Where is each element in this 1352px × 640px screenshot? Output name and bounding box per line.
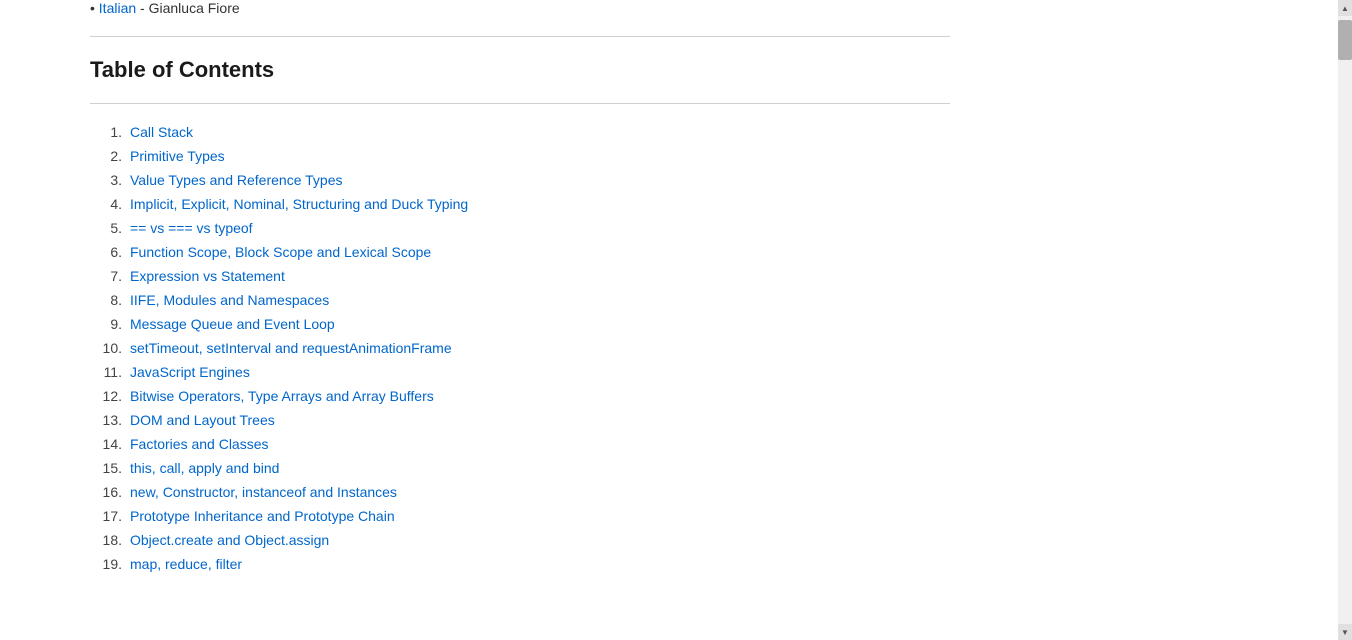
toc-item-link[interactable]: setTimeout, setInterval and requestAnima… (130, 340, 452, 356)
top-divider (90, 36, 950, 37)
scrollbar-arrow-up[interactable]: ▲ (1338, 0, 1352, 16)
toc-list-item: 4.Implicit, Explicit, Nominal, Structuri… (90, 196, 1338, 212)
toc-list-item: 12.Bitwise Operators, Type Arrays and Ar… (90, 388, 1338, 404)
toc-item-link[interactable]: Call Stack (130, 124, 193, 140)
toc-item-number: 7. (90, 268, 130, 284)
toc-item-link[interactable]: this, call, apply and bind (130, 460, 279, 476)
toc-list-item: 15.this, call, apply and bind (90, 460, 1338, 476)
toc-item-number: 5. (90, 220, 130, 236)
toc-list-item: 1.Call Stack (90, 124, 1338, 140)
toc-item-link[interactable]: Prototype Inheritance and Prototype Chai… (130, 508, 395, 524)
toc-item-number: 10. (90, 340, 130, 356)
toc-item-number: 19. (90, 556, 130, 572)
toc-list: 1.Call Stack2.Primitive Types3.Value Typ… (90, 124, 1338, 572)
toc-item-number: 8. (90, 292, 130, 308)
scrollbar-track[interactable]: ▲ ▼ (1338, 0, 1352, 640)
toc-list-item: 9.Message Queue and Event Loop (90, 316, 1338, 332)
toc-item-number: 3. (90, 172, 130, 188)
bullet: • (90, 0, 99, 16)
toc-item-number: 1. (90, 124, 130, 140)
toc-item-link[interactable]: IIFE, Modules and Namespaces (130, 292, 329, 308)
toc-item-number: 4. (90, 196, 130, 212)
toc-item-link[interactable]: new, Constructor, instanceof and Instanc… (130, 484, 397, 500)
toc-item-link[interactable]: Object.create and Object.assign (130, 532, 329, 548)
toc-list-item: 2.Primitive Types (90, 148, 1338, 164)
scrollbar-arrow-down[interactable]: ▼ (1338, 624, 1352, 640)
toc-list-item: 14.Factories and Classes (90, 436, 1338, 452)
toc-item-link[interactable]: Function Scope, Block Scope and Lexical … (130, 244, 431, 260)
toc-item-link[interactable]: JavaScript Engines (130, 364, 250, 380)
toc-item-number: 17. (90, 508, 130, 524)
toc-item-link[interactable]: Factories and Classes (130, 436, 269, 452)
toc-list-item: 6.Function Scope, Block Scope and Lexica… (90, 244, 1338, 260)
toc-item-number: 13. (90, 412, 130, 428)
main-content[interactable]: • Italian - Gianluca Fiore Table of Cont… (0, 0, 1338, 640)
toc-item-number: 2. (90, 148, 130, 164)
toc-item-link[interactable]: Value Types and Reference Types (130, 172, 342, 188)
toc-list-item: 18.Object.create and Object.assign (90, 532, 1338, 548)
toc-list-item: 19.map, reduce, filter (90, 556, 1338, 572)
toc-item-number: 15. (90, 460, 130, 476)
toc-title: Table of Contents (90, 57, 1338, 83)
toc-item-number: 9. (90, 316, 130, 332)
toc-divider (90, 103, 950, 104)
breadcrumb-author: - Gianluca Fiore (140, 0, 240, 16)
toc-item-link[interactable]: Implicit, Explicit, Nominal, Structuring… (130, 196, 468, 212)
toc-list-item: 16.new, Constructor, instanceof and Inst… (90, 484, 1338, 500)
toc-item-number: 16. (90, 484, 130, 500)
toc-list-item: 13.DOM and Layout Trees (90, 412, 1338, 428)
breadcrumb-item: • Italian - Gianluca Fiore (90, 0, 1338, 26)
toc-list-item: 7.Expression vs Statement (90, 268, 1338, 284)
toc-item-number: 18. (90, 532, 130, 548)
toc-item-link[interactable]: Expression vs Statement (130, 268, 285, 284)
toc-item-link[interactable]: == vs === vs typeof (130, 220, 253, 236)
toc-list-item: 17.Prototype Inheritance and Prototype C… (90, 508, 1338, 524)
toc-item-number: 12. (90, 388, 130, 404)
scrollbar-thumb[interactable] (1338, 20, 1352, 60)
toc-list-item: 5.== vs === vs typeof (90, 220, 1338, 236)
breadcrumb-link[interactable]: Italian (99, 0, 136, 16)
toc-item-link[interactable]: Message Queue and Event Loop (130, 316, 335, 332)
toc-item-number: 11. (90, 364, 130, 380)
toc-list-item: 11.JavaScript Engines (90, 364, 1338, 380)
toc-item-number: 14. (90, 436, 130, 452)
toc-item-link[interactable]: Primitive Types (130, 148, 225, 164)
toc-list-item: 10.setTimeout, setInterval and requestAn… (90, 340, 1338, 356)
toc-item-link[interactable]: map, reduce, filter (130, 556, 242, 572)
toc-list-item: 3.Value Types and Reference Types (90, 172, 1338, 188)
toc-list-item: 8.IIFE, Modules and Namespaces (90, 292, 1338, 308)
toc-item-link[interactable]: Bitwise Operators, Type Arrays and Array… (130, 388, 434, 404)
toc-item-link[interactable]: DOM and Layout Trees (130, 412, 275, 428)
toc-item-number: 6. (90, 244, 130, 260)
